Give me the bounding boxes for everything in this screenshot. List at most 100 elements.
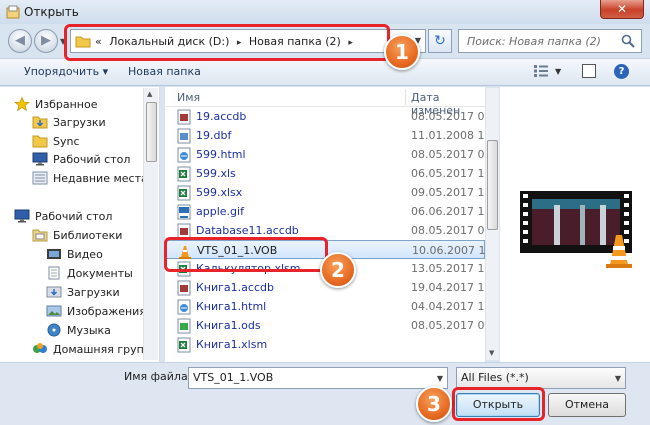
file-name: 19.accdb	[196, 110, 247, 123]
file-name: apple.gif	[196, 205, 244, 218]
sidebar-item-recent-places[interactable]: Недавние места	[32, 169, 148, 187]
file-row[interactable]: 19.dbf 11.01.2008 12:5	[165, 126, 485, 145]
excel-file-icon	[177, 166, 191, 182]
view-options-icon[interactable]	[534, 65, 548, 77]
refresh-button[interactable]: ↻	[428, 29, 452, 53]
sidebar-item-label: Документы	[67, 266, 133, 280]
search-icon	[621, 34, 635, 48]
dialog-footer: Имя файла: VTS_01_1.VOB ▼ All Files (*.*…	[0, 362, 650, 425]
forward-button[interactable]: ▶	[34, 29, 58, 53]
folder-icon	[32, 135, 48, 148]
recent-places-icon	[32, 171, 48, 185]
file-name: Книга1.ods	[196, 319, 261, 332]
filename-label: Имя файла:	[124, 370, 192, 383]
sidebar-item-desktop[interactable]: Рабочий стол	[14, 207, 112, 225]
file-row[interactable]: 19.accdb 08.05.2017 0:19	[165, 107, 485, 126]
music-icon	[47, 323, 61, 337]
sidebar-item-label: Sync	[53, 134, 80, 148]
annotation-highlight-address-bar	[64, 24, 390, 61]
dialog-app-icon	[6, 5, 20, 19]
help-button[interactable]: ?	[614, 64, 629, 79]
sidebar-item-label: Рабочий стол	[53, 152, 131, 166]
organize-menu-button[interactable]: Упорядочить ▾	[24, 65, 108, 78]
search-placeholder: Поиск: Новая папка (2)	[467, 35, 601, 48]
file-modified-date: 11.01.2008 12:5	[411, 129, 485, 142]
html-file-icon	[177, 147, 191, 163]
downloads-folder-icon	[32, 116, 48, 129]
cancel-button[interactable]: Отмена	[548, 393, 626, 417]
navigation-pane-scrollbar[interactable]: ▲	[143, 88, 158, 360]
scroll-up-icon[interactable]: ▲	[147, 90, 152, 98]
navigation-pane: Избранное Загрузки Sync Рабочий стол Нед…	[0, 87, 160, 362]
title-bar: Открыть ✕	[0, 0, 650, 24]
file-row[interactable]: 599.xlsx 09.05.2017 13:3	[165, 183, 485, 202]
desktop-icon	[32, 152, 48, 166]
downloads-folder-icon	[46, 286, 62, 298]
video-thumbnail-with-vlc-cone-icon	[520, 191, 632, 268]
sidebar-item-label: Загрузки	[67, 285, 120, 299]
sidebar-item-desktop-favorite[interactable]: Рабочий стол	[32, 150, 130, 168]
scrollbar-thumb[interactable]	[487, 140, 498, 230]
file-type-filter-select[interactable]: All Files (*.*) ▼	[456, 367, 626, 389]
file-row[interactable]: Книга1.html 04.04.2017 12:5	[165, 297, 485, 316]
search-input[interactable]: Поиск: Новая папка (2)	[458, 29, 642, 53]
file-name: 19.dbf	[196, 129, 232, 142]
view-options-chevron-down-icon[interactable]: ▼	[555, 67, 561, 76]
access-file-icon	[177, 109, 191, 125]
file-type-filter-value: All Files (*.*)	[461, 371, 529, 384]
file-row[interactable]: Книга1.xlsm	[165, 335, 485, 354]
scrollbar-thumb[interactable]	[146, 102, 157, 162]
file-row[interactable]: 599.html 08.05.2017 0:1	[165, 145, 485, 164]
file-type-chevron-down-icon[interactable]: ▼	[615, 374, 621, 383]
sidebar-item-downloads-library[interactable]: Загрузки	[46, 283, 120, 301]
back-button[interactable]: ◀	[8, 29, 32, 53]
annotation-highlight-open-button	[452, 387, 545, 421]
sidebar-item-pictures[interactable]: Изображения	[46, 302, 146, 320]
file-modified-date: 13.05.2017 13:5	[411, 262, 485, 275]
sidebar-item-downloads[interactable]: Загрузки	[32, 113, 106, 131]
new-folder-button[interactable]: Новая папка	[128, 65, 201, 78]
command-toolbar: Упорядочить ▾ Новая папка ▼ ?	[0, 58, 650, 86]
homegroup-icon	[33, 343, 47, 353]
file-name: Database11.accdb	[196, 224, 299, 237]
file-name: Книга1.xlsm	[196, 338, 268, 351]
video-library-icon	[47, 249, 61, 259]
dbf-file-icon	[177, 128, 191, 144]
file-modified-date: 08.05.2017 0:36	[411, 319, 485, 332]
filename-history-chevron-down-icon[interactable]: ▼	[437, 374, 443, 383]
sidebar-item-documents[interactable]: Документы	[46, 264, 133, 282]
filename-field[interactable]: VTS_01_1.VOB ▼	[188, 367, 448, 389]
star-icon	[14, 97, 30, 111]
libraries-icon	[32, 229, 48, 242]
sidebar-item-label: Рабочий стол	[35, 209, 113, 223]
pictures-icon	[46, 305, 62, 317]
sidebar-item-video[interactable]: Видео	[46, 245, 103, 263]
sidebar-item-label: Избранное	[35, 97, 98, 111]
sidebar-item-music[interactable]: Музыка	[46, 321, 111, 339]
ods-file-icon	[177, 318, 191, 334]
preview-pane-toggle-icon[interactable]	[582, 64, 596, 78]
file-list: Имя Дата изменен 19.accdb 08.05.2017 0:19…	[165, 87, 485, 362]
access-file-icon	[177, 280, 191, 296]
file-row[interactable]: apple.gif 06.06.2017 16:3	[165, 202, 485, 221]
desktop-icon	[14, 209, 30, 223]
column-header-name[interactable]: Имя	[177, 91, 200, 104]
scroll-down-icon[interactable]: ▼	[489, 349, 494, 357]
sidebar-item-favorites[interactable]: Избранное	[14, 95, 97, 113]
preview-pane	[500, 87, 650, 362]
sidebar-item-libraries[interactable]: Библиотеки	[32, 226, 122, 244]
file-list-scrollbar[interactable]: ▼	[485, 88, 499, 360]
file-modified-date: 08.05.2017 0:19	[411, 110, 485, 123]
filename-value: VTS_01_1.VOB	[193, 371, 274, 384]
file-name: 599.xls	[196, 167, 236, 180]
close-button[interactable]: ✕	[600, 0, 644, 19]
sidebar-item-sync[interactable]: Sync	[32, 132, 80, 150]
excel-file-icon	[177, 185, 191, 201]
file-name: 599.html	[196, 148, 246, 161]
file-row[interactable]: 599.xls 06.05.2017 13:3	[165, 164, 485, 183]
sidebar-item-label: Музыка	[67, 323, 111, 337]
column-divider[interactable]	[405, 89, 406, 105]
excel-file-icon	[177, 337, 191, 353]
file-row[interactable]: Книга1.ods 08.05.2017 0:36	[165, 316, 485, 335]
sidebar-item-homegroup[interactable]: Домашняя группа	[32, 340, 158, 358]
